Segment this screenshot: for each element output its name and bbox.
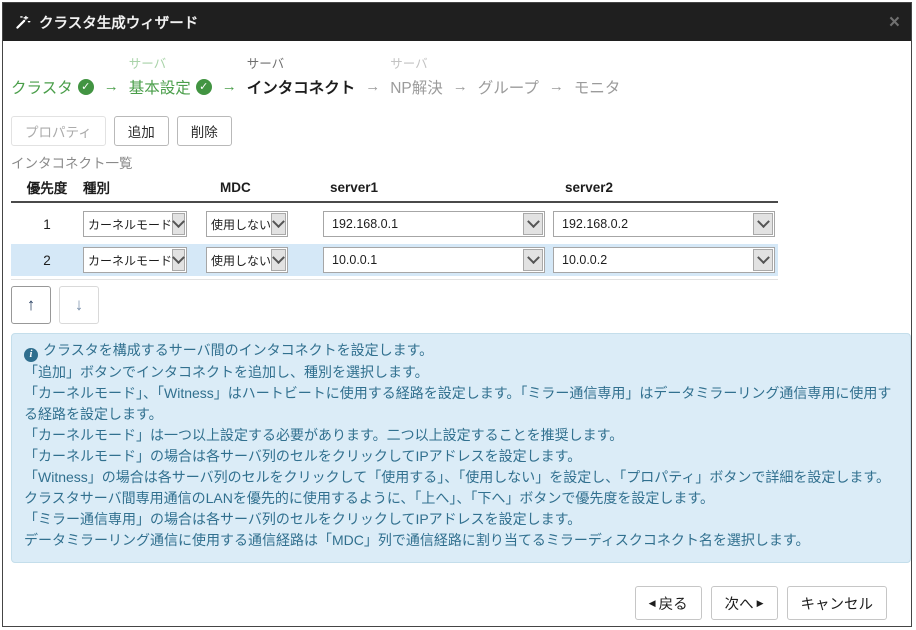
arrow-right-icon: → <box>222 74 237 99</box>
move-up-button[interactable]: ↑ <box>11 286 51 324</box>
close-icon[interactable]: × <box>889 13 900 32</box>
chevron-down-icon <box>523 213 543 235</box>
select-value: 使用しない <box>207 252 271 269</box>
step-top-label: サーバ <box>129 55 212 74</box>
mdc-select-row2[interactable]: 使用しない <box>206 247 288 273</box>
title-bar: クラスタ生成ウィザード × <box>3 3 911 41</box>
step-label: グループ <box>478 76 539 98</box>
select-value: 使用しない <box>207 216 271 233</box>
select-value: 192.168.0.2 <box>554 217 628 231</box>
select-value: カーネルモード <box>84 252 172 269</box>
interconnect-list-title: インタコネクト一覧 <box>11 152 133 172</box>
table-row-selected[interactable]: 2 カーネルモード 使用しない 10.0.0.1 <box>11 244 778 276</box>
step-top-label: サーバ <box>247 55 356 74</box>
next-label: 次へ <box>725 593 754 614</box>
arrow-right-icon: → <box>365 74 380 99</box>
chevron-down-icon <box>172 213 185 235</box>
header-mdc: MDC <box>206 180 323 195</box>
step-label: モニタ <box>574 76 621 98</box>
cancel-button[interactable]: キャンセル <box>787 586 888 620</box>
select-value: 10.0.0.2 <box>554 253 607 267</box>
chevron-down-icon <box>523 249 543 271</box>
wizard-stepper: クラスタ ✓ → サーバ 基本設定 ✓ → サーバ インタコネクト → サーバ … <box>11 55 620 99</box>
step-label: インタコネクト <box>247 76 356 98</box>
footer-actions: ◀ 戻る 次へ ▶ キャンセル <box>635 586 887 620</box>
header-type: 種別 <box>83 177 206 197</box>
reorder-controls: ↑ ↓ <box>11 286 99 324</box>
step-top-label <box>478 55 539 74</box>
step-top-label <box>574 55 621 74</box>
info-line: 「カーネルモード」の場合は各サーバ列のセルをクリックしてIPアドレスを設定します… <box>24 446 898 467</box>
step-group: グループ <box>478 55 539 99</box>
server1-select-row1[interactable]: 192.168.0.1 <box>323 211 545 237</box>
move-down-button[interactable]: ↓ <box>59 286 99 324</box>
info-text: クラスタを構成するサーバ間のインタコネクトを設定します。 <box>43 342 433 358</box>
step-monitor: モニタ <box>574 55 621 99</box>
step-label: 基本設定 <box>129 76 191 98</box>
table-bottom-divider <box>11 279 778 280</box>
step-top-label <box>11 55 94 74</box>
table-header-row: 優先度 種別 MDC server1 server2 <box>11 173 778 203</box>
step-top-label: サーバ <box>390 55 443 74</box>
magic-wand-icon <box>14 14 31 31</box>
info-line: クラスタサーバ間専用通信のLANを優先的に使用するように、「上へ」、「下へ」ボタ… <box>24 488 898 509</box>
chevron-down-icon <box>271 249 286 271</box>
arrow-right-icon: → <box>104 74 119 99</box>
server2-select-row2[interactable]: 10.0.0.2 <box>553 247 775 273</box>
info-line: 「カーネルモード」は一つ以上設定する必要があります。二つ以上設定することを推奨し… <box>24 425 898 446</box>
select-value: 192.168.0.1 <box>324 217 398 231</box>
info-line: 「追加」ボタンでインタコネクトを追加し、種別を選択します。 <box>24 362 898 383</box>
header-priority: 優先度 <box>11 177 83 197</box>
server2-select-row1[interactable]: 192.168.0.2 <box>553 211 775 237</box>
cancel-label: キャンセル <box>801 593 874 614</box>
back-button[interactable]: ◀ 戻る <box>635 586 702 620</box>
table-row[interactable]: 1 カーネルモード 使用しない 192.168.0.1 <box>11 208 778 240</box>
chevron-down-icon <box>753 249 773 271</box>
info-line: 「カーネルモード」、「Witness」はハートビートに使用する経路を設定します。… <box>24 383 898 425</box>
next-button[interactable]: 次へ ▶ <box>711 586 778 620</box>
properties-button[interactable]: プロパティ <box>11 116 106 146</box>
header-server2: server2 <box>553 180 778 195</box>
type-select-row1[interactable]: カーネルモード <box>83 211 187 237</box>
header-server1: server1 <box>323 180 553 195</box>
arrow-right-icon: → <box>549 74 564 99</box>
dialog-title: クラスタ生成ウィザード <box>39 12 198 33</box>
step-cluster[interactable]: クラスタ ✓ <box>11 55 94 99</box>
info-panel: i クラスタを構成するサーバ間のインタコネクトを設定します。 「追加」ボタンでイン… <box>11 333 911 563</box>
back-label: 戻る <box>659 593 688 614</box>
select-value: カーネルモード <box>84 216 172 233</box>
step-label: NP解決 <box>390 76 443 98</box>
server1-select-row2[interactable]: 10.0.0.1 <box>323 247 545 273</box>
info-line: 「Witness」の場合は各サーバ列のセルをクリックして「使用する」、「使用しな… <box>24 467 898 488</box>
mdc-select-row1[interactable]: 使用しない <box>206 211 288 237</box>
arrow-right-icon: → <box>453 74 468 99</box>
toolbar: プロパティ 追加 削除 <box>11 116 232 146</box>
cluster-wizard-dialog: クラスタ生成ウィザード × クラスタ ✓ → サーバ 基本設定 ✓ → サーバ … <box>2 2 912 627</box>
chevron-down-icon <box>271 213 286 235</box>
step-interconnect: サーバ インタコネクト <box>247 55 356 99</box>
info-line: データミラーリング通信に使用する通信経路は「MDC」列で通信経路に割り当てるミラ… <box>24 530 898 551</box>
chevron-down-icon <box>172 249 185 271</box>
info-line: i クラスタを構成するサーバ間のインタコネクトを設定します。 <box>24 340 898 362</box>
next-arrow-icon: ▶ <box>757 599 764 608</box>
remove-button[interactable]: 削除 <box>177 116 232 146</box>
back-arrow-icon: ◀ <box>649 599 656 608</box>
type-select-row2[interactable]: カーネルモード <box>83 247 187 273</box>
step-label: クラスタ <box>11 76 73 98</box>
info-icon: i <box>24 348 38 362</box>
select-value: 10.0.0.1 <box>324 253 377 267</box>
up-arrow-icon: ↑ <box>27 295 36 315</box>
info-line: 「ミラー通信専用」の場合は各サーバ列のセルをクリックしてIPアドレスを設定します… <box>24 509 898 530</box>
check-icon: ✓ <box>196 79 212 95</box>
interconnect-table: 優先度 種別 MDC server1 server2 1 カーネルモード 使用し… <box>11 173 778 280</box>
down-arrow-icon: ↓ <box>75 295 84 315</box>
add-button[interactable]: 追加 <box>114 116 169 146</box>
check-icon: ✓ <box>78 79 94 95</box>
priority-value: 2 <box>11 253 83 268</box>
priority-value: 1 <box>11 217 83 232</box>
chevron-down-icon <box>753 213 773 235</box>
step-basic-settings[interactable]: サーバ 基本設定 ✓ <box>129 55 212 99</box>
step-np-resolution: サーバ NP解決 <box>390 55 443 99</box>
